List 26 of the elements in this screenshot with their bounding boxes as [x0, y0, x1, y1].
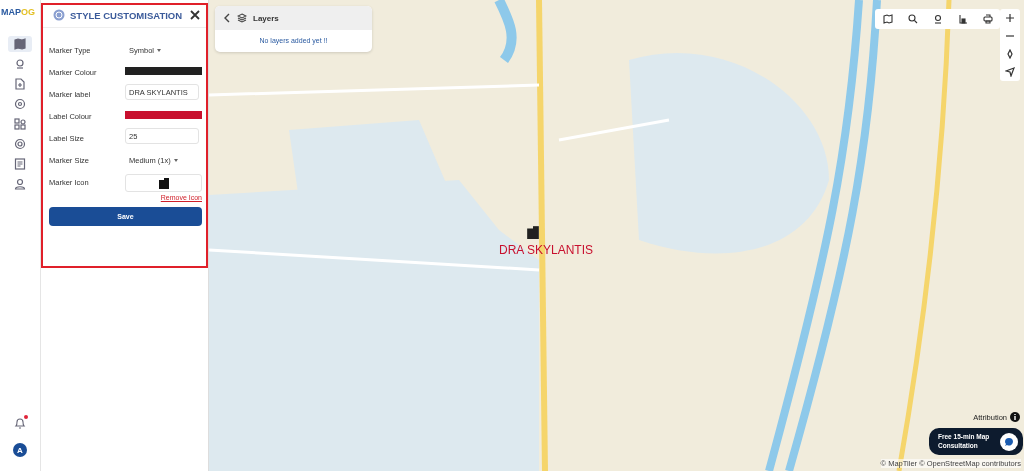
print-icon[interactable]	[982, 14, 993, 24]
layers-title: Layers	[253, 13, 279, 23]
map-icon[interactable]	[882, 14, 893, 24]
bell-icon[interactable]	[14, 416, 26, 429]
caret-icon	[173, 159, 178, 162]
measure-icon[interactable]	[957, 14, 968, 24]
panel-title: STYLE CUSTOMISATION	[70, 9, 184, 21]
close-icon[interactable]	[190, 10, 200, 20]
building-icon	[526, 225, 540, 239]
map-icon[interactable]	[8, 36, 32, 52]
color-swatch[interactable]	[125, 67, 202, 75]
logo: MAPOG	[1, 6, 35, 19]
plus-icon[interactable]	[1005, 13, 1015, 23]
compass-icon[interactable]	[1005, 49, 1015, 59]
search-icon[interactable]	[907, 14, 918, 24]
back-icon[interactable]	[223, 13, 231, 23]
avatar[interactable]: A	[13, 443, 27, 457]
building-icon	[157, 177, 170, 189]
marker-label: DRA SKYLANTIS	[499, 243, 594, 257]
locate-icon[interactable]	[1005, 67, 1015, 77]
icon-picker[interactable]	[125, 174, 202, 192]
caret-icon	[157, 49, 161, 52]
info-icon[interactable]	[1010, 412, 1020, 422]
layers-icon	[237, 13, 247, 23]
color-swatch[interactable]	[125, 111, 202, 119]
chat-icon	[1000, 432, 1018, 451]
